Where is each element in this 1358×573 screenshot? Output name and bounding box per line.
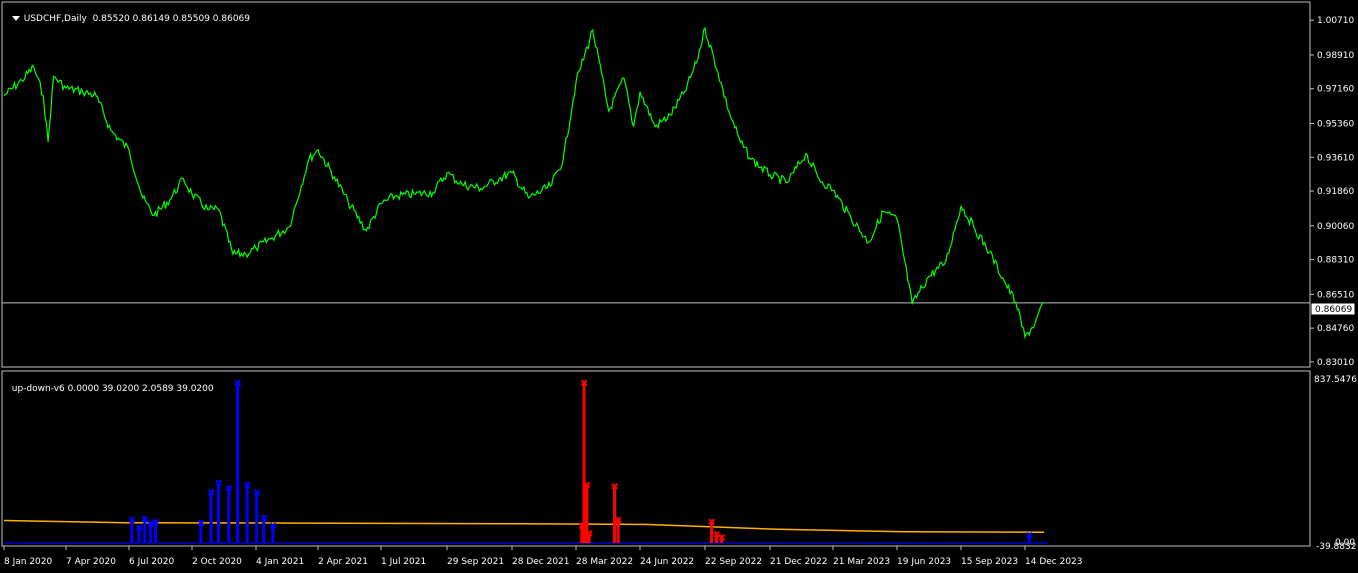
down-marker: ✖ [580,378,588,389]
price-tick-label: 0.91860 [1317,187,1354,197]
symbol-label: USDCHF,Daily [23,14,87,24]
down-marker: ✖ [614,516,622,527]
time-tick-label: 7 Apr 2020 [66,557,116,567]
up-bar [245,484,249,543]
main-panel-header: USDCHF,Daily 0.85520 0.86149 0.85509 0.8… [6,4,250,24]
time-tick-label: 21 Mar 2023 [833,557,890,567]
price-tick-label: 0.83010 [1317,358,1354,368]
triangle-down-icon[interactable] [11,16,20,21]
down-marker: ✖ [611,482,619,493]
price-tick-label: 0.98910 [1317,51,1354,61]
up-bar [255,492,259,543]
down-marker: ✖ [585,529,593,540]
time-tick-label: 1 Jul 2021 [381,557,426,567]
indicator-panel-header: up-down-v6 0.0000 39.0200 2.0589 39.0200 [6,374,214,394]
up-marker: ✖ [215,478,223,489]
price-tick-label: 0.84760 [1317,324,1354,334]
up-bar [227,488,231,543]
up-marker: ✖ [253,488,261,499]
time-tick-label: 22 Sep 2022 [705,557,762,567]
up-marker: ✖ [260,514,268,525]
time-tick-label: 21 Dec 2022 [770,557,828,567]
up-bar [209,492,213,543]
time-tick-label: 14 Dec 2023 [1025,557,1083,567]
time-axis: 8 Jan 2020 7 Apr 2020 6 Jul 2020 2 Oct 2020… [3,546,1083,567]
up-marker: ✖ [1025,531,1033,542]
down-marker: ✖ [708,517,716,528]
up-marker: ✖ [269,521,277,532]
current-price-badge: 0.86069 [1310,302,1356,316]
price-tick-label: 0.88310 [1317,256,1354,266]
up-marker: ✖ [234,378,242,389]
price-tick-label: 0.86510 [1317,290,1354,300]
up-bar [236,382,240,543]
indicator-y-top-label: 837.5476 [1314,375,1357,385]
down-bar [582,382,586,543]
price-tick-label: 0.97160 [1317,85,1354,95]
price-tick-label: 0.90060 [1317,222,1354,232]
main-panel-frame [1,1,1311,368]
time-tick-label: 2 Apr 2021 [318,557,368,567]
chart-canvas: ✖✖✖✖✖ ✖✖✖✖✖✖✖✖✖✖✖✖✖✖✖✖ ✖✖✖ 1.007100.989100… [1,1,1357,567]
down-marker: ✖ [718,533,726,544]
up-marker: ✖ [151,517,159,528]
price-tick-label: 0.95360 [1317,119,1354,129]
up-marker: ✖ [225,484,233,495]
time-tick-label: 28 Mar 2022 [576,557,633,567]
time-tick-label: 4 Jan 2021 [256,557,304,567]
price-tick-label: 1.00710 [1317,16,1354,26]
time-tick-label: 19 Jun 2023 [897,557,951,567]
time-tick-label: 2 Oct 2020 [192,557,242,567]
time-tick-label: 15 Sep 2023 [961,557,1018,567]
price-tick-label: 0.93610 [1317,153,1354,163]
indicator-label: up-down-v6 0.0000 39.0200 2.0589 39.0200 [11,384,214,394]
time-tick-label: 8 Jan 2020 [4,557,52,567]
time-tick-label: 24 Jun 2022 [640,557,694,567]
down-marker: ✖ [583,480,591,491]
up-bar [217,482,221,543]
up-marker: ✖ [243,480,251,491]
time-tick-label: 28 Dec 2021 [512,557,570,567]
time-tick-label: 6 Jul 2020 [129,557,174,567]
up-marker: ✖ [197,518,205,529]
up-marker: ✖ [207,488,215,499]
ohlc-label: 0.85520 0.86149 0.85509 0.86069 [92,14,251,24]
indicator-y-bottom-label: -39.8832 [1316,542,1356,552]
time-tick-label: 29 Sep 2021 [447,557,504,567]
current-price-text: 0.86069 [1315,305,1352,315]
